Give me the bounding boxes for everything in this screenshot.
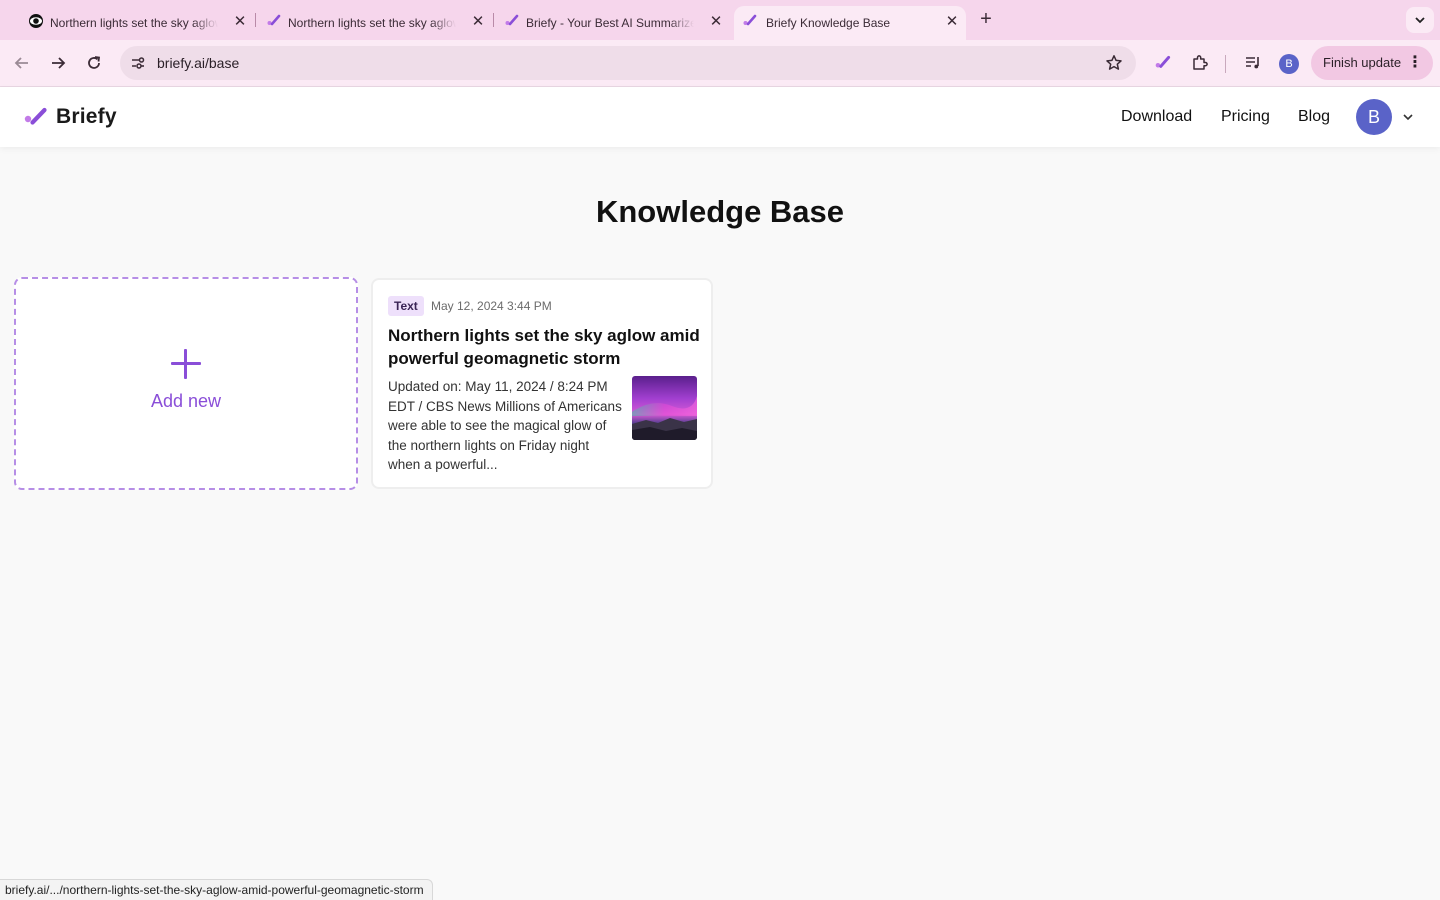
chevron-down-icon: [1403, 114, 1413, 121]
close-icon[interactable]: ✕: [468, 12, 488, 32]
site-info-icon[interactable]: [128, 53, 148, 73]
knowledge-card[interactable]: Text May 12, 2024 3:44 PM Northern light…: [371, 278, 713, 489]
tab-separator: [255, 13, 256, 27]
nav-download-link[interactable]: Download: [1121, 108, 1192, 126]
browser-tab[interactable]: Northern lights set the sky aglow amid p…: [22, 6, 254, 40]
bookmark-star-icon[interactable]: [1102, 51, 1126, 75]
tab-search-button[interactable]: [1406, 7, 1434, 33]
logo-text: Briefy: [56, 105, 117, 128]
nav-pricing-link[interactable]: Pricing: [1221, 108, 1270, 126]
extensions-button[interactable]: [1188, 51, 1212, 75]
plus-icon: [171, 349, 201, 379]
reload-icon: [88, 56, 101, 69]
tab-title: Northern lights set the sky aglow amid p…: [288, 16, 456, 30]
page-title: Knowledge Base: [595, 194, 845, 229]
card-date: May 12, 2024 3:44 PM: [431, 299, 552, 313]
browser-tab[interactable]: Briefy - Your Best AI Summarizer ✕: [498, 6, 730, 40]
toolbar-divider: [1225, 55, 1226, 73]
browser-tab[interactable]: Northern lights set the sky aglow amid p…: [260, 6, 492, 40]
finish-update-button[interactable]: Finish update ⋮: [1311, 46, 1433, 80]
forward-button[interactable]: [46, 51, 70, 75]
status-bar-url: briefy.ai/.../northern-lights-set-the-sk…: [0, 879, 433, 900]
site-header: Briefy Download Pricing Blog B: [0, 87, 1440, 147]
tab-title: Northern lights set the sky aglow amid p…: [50, 16, 218, 30]
briefy-icon: [1155, 55, 1171, 68]
arrow-left-icon: [14, 57, 28, 69]
arrow-right-icon: [52, 57, 66, 69]
finish-update-label: Finish update: [1323, 55, 1402, 70]
media-queue-icon: [1246, 57, 1259, 69]
type-badge: Text: [388, 296, 424, 316]
puzzle-icon: [1193, 55, 1208, 70]
reload-button[interactable]: [82, 51, 106, 75]
back-button[interactable]: [10, 51, 34, 75]
close-icon[interactable]: ✕: [942, 12, 962, 32]
browser-profile-avatar[interactable]: B: [1279, 54, 1299, 74]
account-menu-toggle[interactable]: [1400, 107, 1416, 127]
card-excerpt: Updated on: May 11, 2024 / 8:24 PM EDT /…: [388, 379, 622, 472]
aurora-thumbnail: [632, 376, 697, 440]
browser-tab-strip: Northern lights set the sky aglow amid p…: [0, 0, 1440, 40]
url-text[interactable]: briefy.ai/base: [157, 55, 239, 71]
tab-title: Briefy Knowledge Base: [766, 16, 891, 30]
briefy-icon: [267, 14, 281, 26]
cbs-eye-icon: [29, 14, 43, 28]
more-vert-icon[interactable]: ⋮: [1407, 46, 1423, 80]
browser-tab-active[interactable]: Briefy Knowledge Base ✕: [734, 6, 966, 40]
add-new-label: Add new: [150, 391, 222, 411]
browser-toolbar: briefy.ai/base B Finish update ⋮: [0, 40, 1440, 87]
nav-blog-link[interactable]: Blog: [1298, 108, 1330, 126]
card-title[interactable]: Northern lights set the sky aglow amid p…: [388, 324, 700, 370]
user-avatar[interactable]: B: [1356, 99, 1392, 135]
address-bar[interactable]: briefy.ai/base: [120, 46, 1136, 80]
media-control-button[interactable]: [1241, 51, 1265, 75]
close-icon[interactable]: ✕: [706, 12, 726, 32]
tab-title: Briefy - Your Best AI Summarizer: [526, 16, 694, 30]
chevron-down-icon: [1415, 17, 1425, 24]
briefy-icon: [505, 14, 519, 26]
tab-separator: [493, 13, 494, 27]
new-tab-button[interactable]: +: [974, 8, 998, 32]
add-new-card[interactable]: Add new: [14, 277, 358, 490]
briefy-icon: [743, 14, 757, 26]
briefy-logo-icon: [24, 107, 47, 125]
briefy-logo[interactable]: Briefy: [24, 105, 117, 129]
briefy-extension-button[interactable]: [1151, 51, 1175, 75]
close-icon[interactable]: ✕: [230, 12, 250, 32]
